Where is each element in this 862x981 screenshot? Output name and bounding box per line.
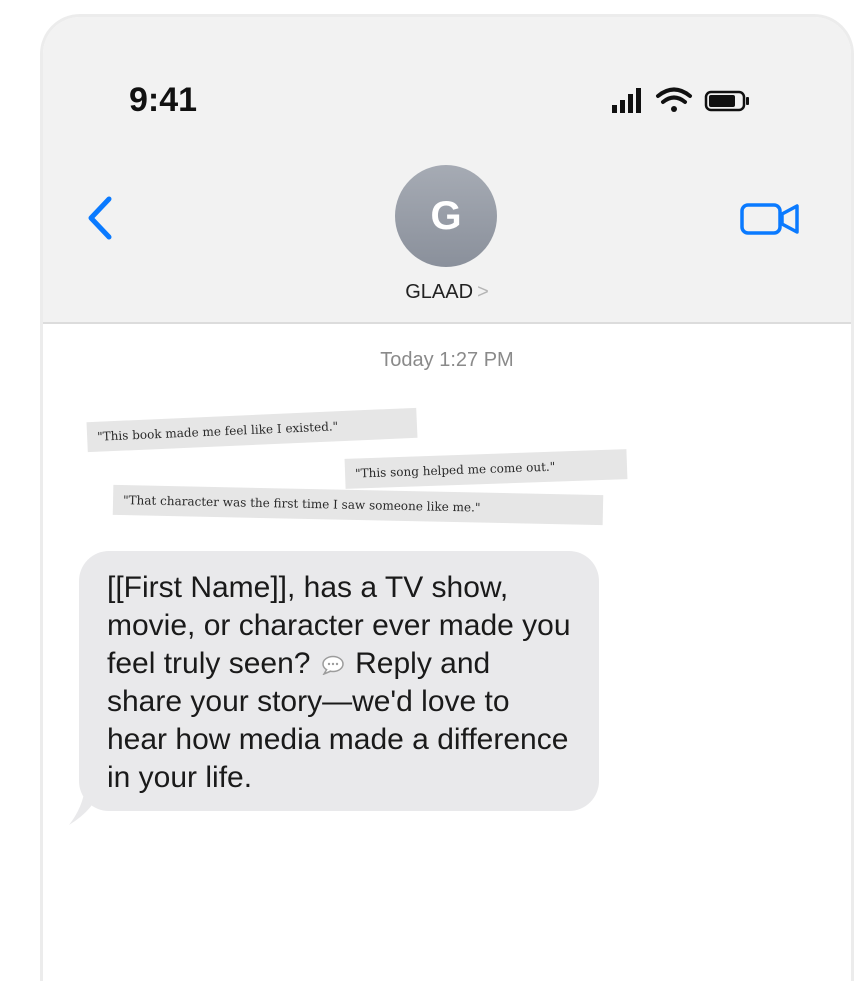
wifi-icon [656, 87, 692, 112]
contact-name: GLAAD [405, 281, 474, 303]
contact-avatar[interactable]: G [395, 165, 497, 267]
conversation-header: 9:41 G GLAAD > [43, 17, 851, 324]
speech-bubble-icon [322, 655, 344, 675]
quote-clipping: "That character was the first time I saw… [112, 484, 604, 526]
message-bubble[interactable]: [[First Name]], has a TV show, movie, or… [79, 551, 599, 811]
status-time: 9:41 [129, 81, 198, 119]
contact-name-row[interactable]: GLAAD > [43, 281, 851, 304]
quote-clipping: "This song helped me come out." [344, 449, 628, 489]
message-timestamp: Today 1:27 PM [380, 349, 514, 371]
status-icons [612, 87, 749, 113]
phone-frame: 9:41 G GLAAD > Today 1:27 PM "This book … [40, 14, 854, 981]
contact-chevron: > [477, 281, 489, 303]
video-call-icon[interactable] [740, 201, 800, 237]
battery-icon [704, 90, 749, 112]
back-chevron-icon[interactable] [81, 193, 121, 243]
signal-icon [612, 88, 641, 113]
quote-clipping: "This book made me feel like I existed." [86, 407, 418, 453]
